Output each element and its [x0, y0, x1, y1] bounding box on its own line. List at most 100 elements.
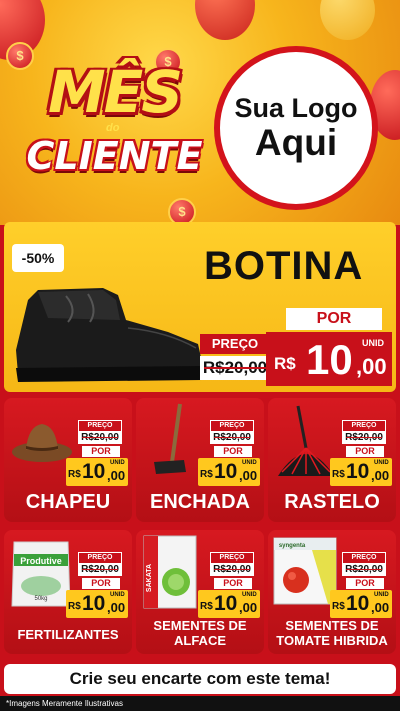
balloon-decoration — [320, 0, 375, 40]
disclaimer-text: *Imagens Meramente Ilustrativas — [0, 696, 400, 711]
package-weight: 50kg — [34, 596, 47, 602]
sale-price: R$ 10 UNID ,00 — [198, 458, 260, 486]
currency-symbol: R$ — [274, 354, 296, 373]
price-label: PREÇO — [200, 334, 270, 354]
old-price: R$20,00 — [78, 431, 122, 444]
price-cents: ,00 — [239, 600, 258, 615]
sale-price: R$ 10 UNID ,00 — [198, 590, 260, 618]
boot-image — [16, 288, 202, 382]
unit-label: UNID — [374, 460, 389, 466]
price-cents: ,00 — [371, 600, 390, 615]
product-card-sementes-tomate: syngenta PREÇO R$20,00 POR R$ 10 UNID ,0… — [268, 530, 396, 654]
price-cents: ,00 — [356, 354, 387, 379]
product-name-line2: ALFACE — [174, 633, 226, 648]
campaign-logo: MÊS do CLIENTE — [22, 58, 207, 193]
product-name: FERTILIZANTES — [17, 627, 119, 642]
price-integer: 10 — [346, 592, 370, 615]
por-label: POR — [346, 578, 384, 589]
sale-price: R$ 10 UNID ,00 — [66, 590, 128, 618]
price-cents: ,00 — [239, 468, 258, 483]
sale-price: R$ 10 UNID ,00 — [66, 458, 128, 486]
rake-image — [278, 405, 334, 476]
product-card-rastelo: PREÇO R$20,00 POR R$ 10 UNID ,00 RASTELO — [268, 398, 396, 522]
featured-product-card: -50% BOTINA PREÇO R$20,00 POR R$ 10 UNID… — [4, 222, 396, 392]
campaign-title-bottom: CLIENTE — [26, 134, 203, 178]
hat-image — [12, 424, 72, 462]
unit-label: UNID — [242, 592, 257, 598]
coin-icon: $ — [168, 198, 196, 225]
product-name: CHAPEU — [25, 491, 111, 513]
price-integer: 10 — [306, 336, 353, 383]
sale-price: R$ 10 UNID ,00 — [266, 332, 392, 386]
package-brand: SAKATA — [146, 564, 153, 592]
campaign-title-top: MÊS — [47, 58, 183, 126]
balloon-decoration — [195, 0, 255, 40]
strikethrough-line — [346, 569, 382, 570]
price-cents: ,00 — [107, 468, 126, 483]
header-banner: $ $ $ MÊS do CLIENTE Sua Logo Aqui — [0, 0, 400, 225]
old-price: R$20,00 — [200, 356, 270, 380]
unit-label: UNID — [362, 338, 384, 348]
currency-symbol: R$ — [68, 601, 81, 612]
unit-label: UNID — [110, 592, 125, 598]
seed-packet-image: SAKATA — [143, 535, 197, 609]
product-card-chapeu: PREÇO R$20,00 POR R$ 10 UNID ,00 CHAPEU — [4, 398, 132, 522]
product-name-line1: SEMENTES DE — [285, 618, 379, 633]
unit-label: UNID — [242, 460, 257, 466]
fertilizer-bag-image: Produtive 50kg — [11, 541, 71, 607]
price-integer: 10 — [82, 592, 106, 615]
product-name-line1: SEMENTES DE — [153, 618, 247, 633]
por-label: POR — [346, 446, 384, 457]
strikethrough-line — [82, 437, 118, 438]
currency-symbol: R$ — [200, 601, 213, 612]
por-label: POR — [82, 446, 120, 457]
product-card-enchada: PREÇO R$20,00 POR R$ 10 UNID ,00 ENCHADA — [136, 398, 264, 522]
old-price: R$20,00 — [210, 431, 254, 444]
seed-packet-image: syngenta — [273, 537, 337, 605]
package-brand: syngenta — [279, 543, 306, 549]
campaign-title-small: do — [106, 122, 120, 134]
currency-symbol: R$ — [332, 601, 345, 612]
por-label: POR — [214, 578, 252, 589]
product-name: ENCHADA — [150, 491, 250, 513]
price-cents: ,00 — [107, 600, 126, 615]
logo-text-line1: Sua Logo — [234, 93, 358, 123]
por-label: POR — [286, 308, 382, 330]
strikethrough-line — [214, 437, 250, 438]
currency-symbol: R$ — [332, 469, 345, 480]
package-brand: Produtive — [20, 556, 62, 566]
por-label: POR — [82, 578, 120, 589]
product-card-sementes-alface: SAKATA PREÇO R$20,00 POR R$ 10 UNID ,00 … — [136, 530, 264, 654]
price-integer: 10 — [214, 460, 238, 483]
unit-label: UNID — [374, 592, 389, 598]
old-price: R$20,00 — [342, 563, 386, 576]
discount-badge: -50% — [12, 244, 64, 272]
featured-product-title: BOTINA — [204, 244, 364, 288]
product-name: RASTELO — [284, 491, 380, 513]
strikethrough-line — [204, 367, 266, 369]
product-name-line2: TOMATE HIBRIDA — [276, 633, 388, 648]
price-integer: 10 — [214, 592, 238, 615]
logo-text-line2: Aqui — [254, 122, 338, 163]
strikethrough-line — [82, 569, 118, 570]
old-price: R$20,00 — [78, 563, 122, 576]
strikethrough-line — [346, 437, 382, 438]
old-price: R$20,00 — [210, 563, 254, 576]
por-label: POR — [214, 446, 252, 457]
sale-price: R$ 10 UNID ,00 — [330, 458, 392, 486]
unit-label: UNID — [110, 460, 125, 466]
sale-price: R$ 10 UNID ,00 — [330, 590, 392, 618]
currency-symbol: R$ — [68, 469, 81, 480]
store-logo-placeholder: Sua Logo Aqui — [214, 46, 378, 210]
create-flyer-cta[interactable]: Crie seu encarte com este tema! — [4, 664, 396, 694]
product-name: SEMENTES DE ALFACE — [136, 618, 264, 648]
price-integer: 10 — [346, 460, 370, 483]
product-name: SEMENTES DE TOMATE HIBRIDA — [268, 618, 396, 648]
hoe-image — [154, 403, 186, 474]
price-cents: ,00 — [371, 468, 390, 483]
currency-symbol: R$ — [200, 469, 213, 480]
strikethrough-line — [214, 569, 250, 570]
product-card-fertilizantes: Produtive 50kg PREÇO R$20,00 POR R$ 10 U… — [4, 530, 132, 654]
price-integer: 10 — [82, 460, 106, 483]
old-price: R$20,00 — [342, 431, 386, 444]
